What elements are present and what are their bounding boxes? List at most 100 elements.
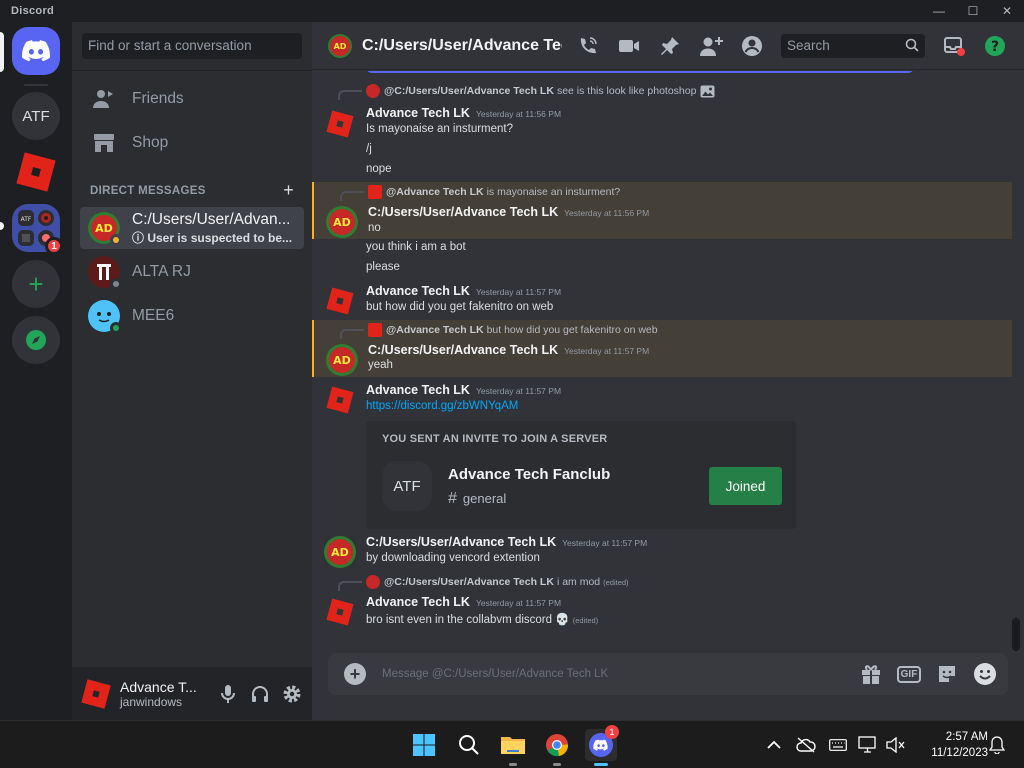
cloud-off-icon	[796, 737, 816, 753]
find-conversation-button[interactable]: Find or start a conversation	[82, 33, 302, 59]
speaker-muted-icon	[886, 737, 905, 753]
folder-icon	[501, 737, 525, 754]
friends-icon	[92, 87, 116, 111]
mute-button[interactable]	[212, 678, 244, 710]
image-icon	[700, 85, 715, 97]
reply-avatar	[368, 185, 382, 199]
start-button[interactable]	[408, 729, 440, 761]
clock-date: 11/12/2023	[931, 747, 988, 759]
keyboard-icon	[829, 739, 847, 751]
message-avatar[interactable]	[324, 384, 356, 416]
rail-separator	[24, 84, 48, 86]
server-folder[interactable]: ATF 1	[12, 204, 63, 255]
reply-author: @C:/Users/User/Advance Tech LK	[384, 85, 554, 97]
reply-preview[interactable]: @C:/Users/User/Advance Tech LK i am mod …	[338, 575, 629, 591]
sticker-button[interactable]	[932, 663, 962, 685]
gif-button[interactable]: GIF	[894, 665, 924, 683]
reply-avatar	[366, 84, 380, 98]
message-avatar[interactable]	[324, 108, 356, 140]
add-server-button[interactable]: +	[12, 260, 60, 308]
notifications-button[interactable]	[987, 735, 1007, 755]
dm-item-alta-rj[interactable]: ALTA RJ	[80, 251, 304, 293]
close-button[interactable]: ✕	[990, 0, 1024, 22]
search-icon	[905, 38, 919, 55]
help-button[interactable]: ?	[983, 34, 1007, 58]
onedrive-tray-icon[interactable]	[796, 735, 816, 755]
volume-tray-icon[interactable]	[886, 735, 906, 755]
gift-icon	[862, 665, 880, 684]
reply-text: i am mod	[556, 576, 601, 588]
video-call-button[interactable]	[617, 34, 641, 58]
deafen-button[interactable]	[244, 678, 276, 710]
chrome-button[interactable]	[541, 729, 573, 766]
server-atf[interactable]: ATF	[12, 92, 60, 140]
dm-item-advance-tech[interactable]: AD C:/Users/User/Advan... ⓘ User is susp…	[80, 207, 304, 249]
message-author[interactable]: Advance Tech LK Yesterday at 11:56 PM	[366, 106, 561, 120]
dm-item-mee6[interactable]: MEE6	[80, 295, 304, 337]
reply-preview[interactable]: @C:/Users/User/Advance Tech LK see is th…	[338, 84, 715, 100]
gift-button[interactable]	[856, 663, 886, 685]
nav-friends-label: Friends	[132, 90, 184, 107]
message-group-mention: @Advance Tech LK but how did you get fak…	[312, 320, 1012, 377]
server-invite-embed: YOU SENT AN INVITE TO JOIN A SERVER ATF …	[366, 421, 796, 529]
avatar	[88, 256, 122, 290]
minimize-button[interactable]: —	[922, 0, 956, 22]
message-avatar[interactable]: AD	[326, 206, 358, 238]
message-avatar[interactable]	[324, 285, 356, 317]
message-timestamp: Yesterday at 11:57 PM	[562, 538, 648, 548]
message-author[interactable]: C:/Users/User/Advance Tech LK Yesterday a…	[366, 535, 647, 549]
add-user-icon	[700, 37, 723, 56]
message-author[interactable]: Advance Tech LK Yesterday at 11:57 PM	[366, 383, 561, 397]
display-tray-icon[interactable]	[858, 735, 878, 755]
message-avatar[interactable]	[324, 596, 356, 628]
reply-preview[interactable]: @Advance Tech LK but how did you get fak…	[340, 323, 658, 339]
message-text: nope	[366, 163, 392, 175]
keyboard-tray-icon[interactable]	[828, 735, 848, 755]
invite-heading: YOU SENT AN INVITE TO JOIN A SERVER	[382, 433, 608, 445]
invite-link[interactable]: https://discord.gg/zbWNYqAM	[366, 400, 518, 412]
message-avatar[interactable]: AD	[324, 536, 356, 568]
pinned-messages-button[interactable]	[658, 34, 682, 58]
user-tag: janwindows	[120, 694, 183, 709]
emoji-button[interactable]	[970, 662, 1000, 686]
message-author[interactable]: Advance Tech LK Yesterday at 11:57 PM	[366, 284, 561, 298]
message-author[interactable]: C:/Users/User/Advance Tech LK Yesterday a…	[368, 205, 649, 219]
inbox-button[interactable]	[942, 34, 966, 58]
edited-tag: (edited)	[603, 577, 629, 587]
server-roblox[interactable]	[12, 148, 60, 196]
user-profile-button[interactable]	[740, 34, 764, 58]
add-friends-to-dm-button[interactable]	[699, 34, 723, 58]
voice-call-button[interactable]	[576, 34, 600, 58]
joined-button[interactable]: Joined	[709, 467, 782, 505]
upload-button[interactable]: +	[344, 663, 366, 685]
taskbar-search-button[interactable]	[453, 729, 485, 761]
system-clock[interactable]: 2:57 AM 11/12/2023	[916, 729, 988, 761]
discord-taskbar-button[interactable]: 1	[585, 725, 619, 766]
nav-shop[interactable]: Shop	[80, 122, 304, 164]
message-text: by downloading vencord extention	[366, 552, 540, 564]
message-scrollbar[interactable]	[1012, 71, 1020, 651]
invite-server-icon[interactable]: ATF	[382, 461, 432, 511]
message-input[interactable]: Message @C:/Users/User/Advance Tech LK	[382, 668, 856, 680]
scrollbar-thumb[interactable]	[1012, 618, 1020, 651]
message-author[interactable]: Advance Tech LK Yesterday at 11:57 PM	[366, 595, 561, 609]
reply-preview[interactable]: @Advance Tech LK is mayonaise an insturm…	[340, 185, 620, 201]
nav-friends[interactable]: Friends	[80, 78, 304, 120]
message-avatar[interactable]: AD	[326, 344, 358, 376]
home-button[interactable]	[12, 27, 60, 75]
reply-spine	[338, 581, 362, 591]
hashtag-icon: #	[448, 490, 457, 507]
user-avatar[interactable]	[80, 678, 112, 710]
file-explorer-button[interactable]	[497, 729, 529, 766]
maximize-button[interactable]: ☐	[956, 0, 990, 22]
search-input[interactable]: Search	[781, 34, 925, 58]
explore-servers-button[interactable]	[12, 316, 60, 364]
search-icon	[459, 735, 479, 755]
create-dm-button[interactable]: +	[283, 180, 294, 201]
chat-area: AD C:/Users/User/Advance Tech LK Search	[312, 22, 1024, 720]
show-hidden-icons-button[interactable]	[764, 735, 784, 755]
user-settings-button[interactable]	[276, 678, 308, 710]
message-author[interactable]: C:/Users/User/Advance Tech LK Yesterday a…	[368, 343, 649, 357]
invite-server-name[interactable]: Advance Tech Fanclub	[448, 466, 610, 483]
chevron-up-icon	[767, 740, 781, 749]
